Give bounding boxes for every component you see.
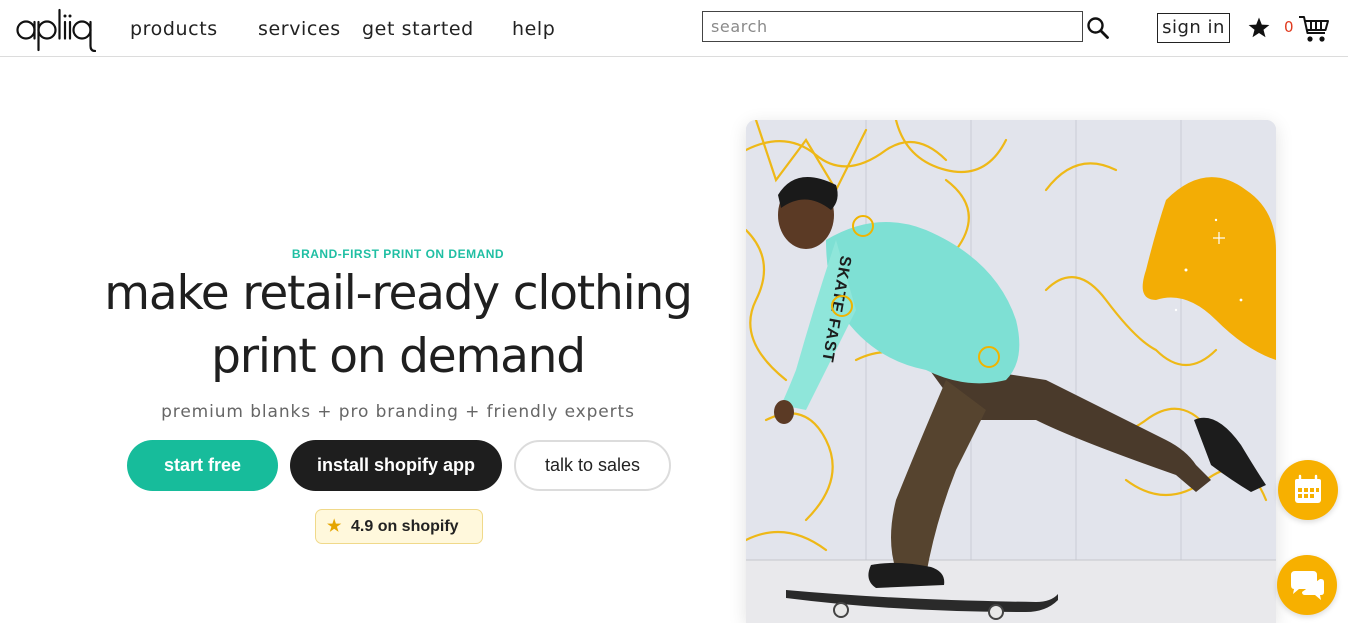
cart-count: 0 [1284, 18, 1294, 36]
hero-subhead: premium blanks + pro branding + friendly… [161, 402, 635, 422]
skateboarder-photo: SKATE FAST [746, 120, 1276, 623]
hero-headline-line-2: print on demand [211, 329, 586, 384]
install-shopify-app-button[interactable]: install shopify app [290, 440, 502, 491]
start-free-button[interactable]: start free [127, 440, 278, 491]
search-input[interactable] [703, 12, 1082, 41]
hero-headline-line-1: make retail-ready clothing [104, 266, 693, 321]
hero-headline: make retail-ready clothing print on dema… [0, 262, 796, 388]
cart-icon [1299, 16, 1329, 42]
logo-wordmark-icon [16, 8, 97, 53]
star-icon [1248, 17, 1270, 38]
shopify-rating-badge[interactable]: ★ 4.9 on shopify [315, 509, 483, 544]
sign-in-button[interactable]: sign in [1157, 13, 1230, 43]
rating-text: 4.9 on shopify [351, 518, 459, 535]
site-header: products services get started help sign … [0, 0, 1348, 57]
nav-help[interactable]: help [512, 18, 555, 40]
nav-get-started[interactable]: get started [362, 18, 474, 40]
hero-eyebrow: BRAND-FIRST PRINT ON DEMAND [291, 247, 505, 261]
logo[interactable] [16, 6, 97, 53]
search-button[interactable] [1086, 16, 1110, 40]
nav-services[interactable]: services [258, 18, 341, 40]
calendar-icon [1295, 474, 1321, 503]
favorites-button[interactable] [1247, 16, 1271, 40]
search-box [702, 11, 1083, 42]
cart-button[interactable] [1298, 14, 1330, 44]
nav-products[interactable]: products [130, 18, 218, 40]
star-icon: ★ [327, 518, 342, 535]
chat-icon [1291, 571, 1324, 600]
search-icon [1087, 17, 1109, 39]
schedule-button[interactable] [1278, 460, 1338, 520]
chat-button[interactable] [1277, 555, 1337, 615]
talk-to-sales-button[interactable]: talk to sales [514, 440, 671, 491]
hero-image: SKATE FAST [746, 120, 1276, 623]
